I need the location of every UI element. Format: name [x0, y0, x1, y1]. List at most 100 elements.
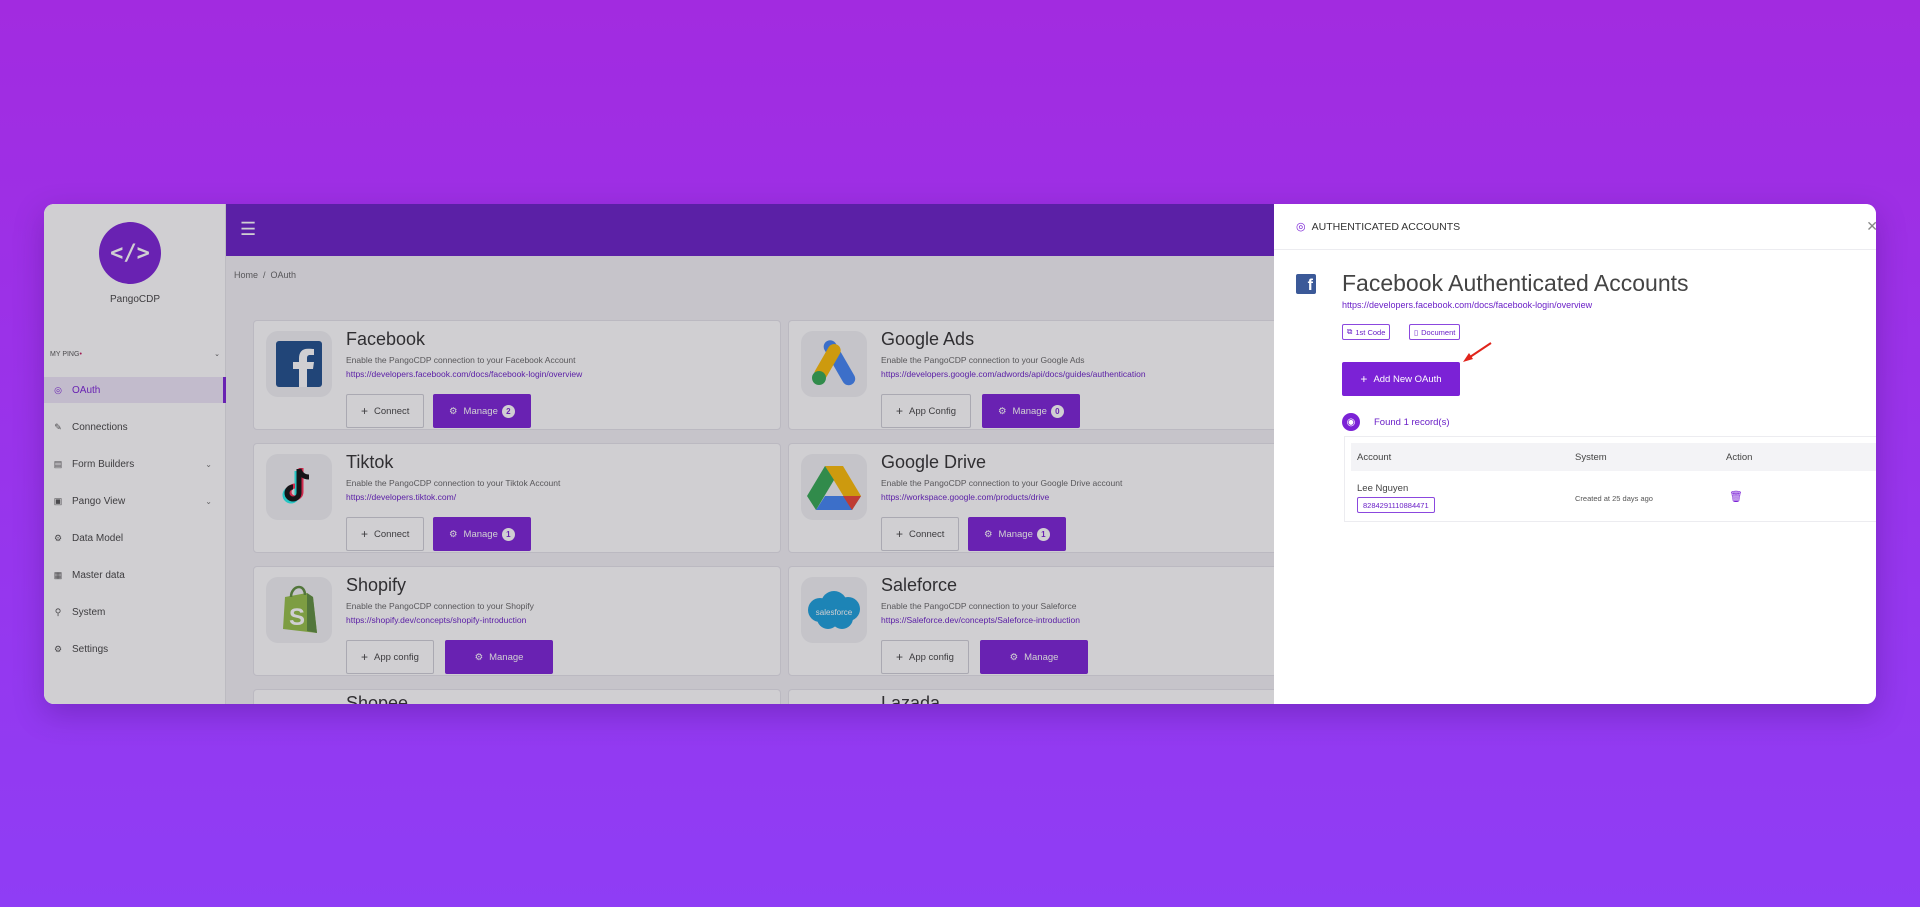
card-title: Google Ads [881, 329, 975, 349]
close-icon[interactable]: ✕ [1866, 218, 1876, 235]
chevron-down-icon: ⌄ [205, 496, 212, 506]
card-tiktok: Tiktok Enable the PangoCDP connection to… [253, 443, 781, 553]
card-facebook: Facebook Enable the PangoCDP connection … [253, 320, 781, 430]
drawer-title: Facebook Authenticated Accounts [1342, 270, 1689, 296]
google-ads-logo-icon [801, 331, 867, 397]
workspace-selector[interactable]: MY PING• ⌄ [50, 344, 220, 364]
card-link[interactable]: https://developers.tiktok.com/ [346, 492, 456, 502]
sidebar-item-settings[interactable]: ⚙ Settings [44, 636, 226, 662]
card-link[interactable]: https://developers.google.com/adwords/ap… [881, 369, 1146, 379]
menu-toggle-icon[interactable]: ☰ [240, 220, 256, 238]
sidebar-item-data-model[interactable]: ⚙ Data Model [44, 525, 226, 551]
document-tag[interactable]: ▯ Document [1409, 324, 1461, 340]
google-drive-logo-icon [801, 454, 867, 520]
manage-button[interactable]: ⚙ Manage 2 [433, 394, 531, 428]
card-title: Shopee [346, 693, 409, 704]
app-config-button[interactable]: + App Config [881, 394, 972, 428]
sidebar-item-label: Connections [72, 421, 128, 433]
manage-button[interactable]: ⚙ Manage [445, 640, 553, 674]
gear-icon: ⚙ [449, 528, 458, 540]
plus-icon: + [896, 650, 904, 664]
manage-button[interactable]: ⚙ Manage 1 [968, 517, 1066, 551]
connect-button[interactable]: + Connect [346, 394, 425, 428]
card-title: Shopify [346, 575, 407, 595]
card-shopee: Shopee [253, 689, 781, 704]
column-header-system: System [1575, 452, 1607, 463]
card-title: Saleforce [881, 575, 958, 595]
count-badge: 1 [501, 527, 515, 541]
gear-icon: ⚙ [998, 405, 1007, 417]
column-header-account: Account [1357, 452, 1392, 463]
link-icon: ✎ [54, 421, 62, 432]
card-lazada: Lazada [788, 689, 1316, 704]
count-badge: 0 [1050, 404, 1064, 418]
card-shopify: S Shopify Enable the PangoCDP connection… [253, 566, 781, 676]
card-title: Facebook [346, 329, 426, 349]
manage-button[interactable]: ⚙ Manage 0 [982, 394, 1080, 428]
plus-icon: + [361, 527, 369, 541]
plus-icon: + [896, 404, 904, 418]
salesforce-wordmark: salesforce [816, 608, 853, 617]
column-header-action: Action [1726, 452, 1753, 463]
breadcrumb: Home / OAuth [234, 270, 297, 280]
card-link[interactable]: https://developers.facebook.com/docs/fac… [346, 369, 582, 379]
gear-icon: ⚙ [1009, 651, 1019, 663]
card-title: Google Drive [881, 452, 987, 472]
breadcrumb-home[interactable]: Home [234, 270, 258, 280]
first-code-tag[interactable]: ⧉ 1st Code [1342, 324, 1391, 340]
delete-icon[interactable]: 🗑︎ [1729, 490, 1743, 503]
sidebar-item-pango-view[interactable]: ▣ Pango View ⌄ [44, 488, 226, 514]
card-title: Tiktok [346, 452, 394, 472]
sidebar-item-form-builders[interactable]: ▤ Form Builders ⌄ [44, 451, 226, 477]
sidebar-item-label: Master data [72, 569, 125, 581]
sidebar-item-system[interactable]: ⚲ System [44, 599, 226, 625]
card-description: Enable the PangoCDP connection to your F… [346, 355, 576, 365]
sidebar-item-oauth[interactable]: ◎ OAuth [44, 377, 226, 403]
chevron-down-icon: ⌄ [214, 351, 220, 358]
card-description: Enable the PangoCDP connection to your G… [881, 478, 1123, 488]
card-description: Enable the PangoCDP connection to your T… [346, 478, 561, 488]
view-icon: ▣ [53, 495, 63, 506]
salesforce-logo-icon: salesforce [801, 577, 867, 643]
workspace-marker: • [79, 350, 82, 358]
gear-icon: ⚙ [984, 528, 993, 540]
records-icon: ◉ [1342, 413, 1360, 431]
drawer-link[interactable]: https://developers.facebook.com/docs/fac… [1342, 300, 1592, 310]
connect-button[interactable]: + Connect [881, 517, 960, 551]
facebook-logo-icon: f [1296, 274, 1316, 294]
plus-icon: + [361, 404, 369, 418]
card-link[interactable]: https://workspace.google.com/products/dr… [881, 492, 1049, 502]
card-google-ads: Google Ads Enable the PangoCDP connectio… [788, 320, 1316, 430]
app-config-button[interactable]: + App config [346, 640, 434, 674]
drawer-header-title: AUTHENTICATED ACCOUNTS [1311, 220, 1461, 233]
sidebar-item-label: System [72, 606, 106, 618]
master-data-icon: ▦ [53, 569, 63, 580]
data-model-icon: ⚙ [53, 532, 63, 543]
card-link[interactable]: https://Saleforce.dev/concepts/Saleforce… [881, 615, 1080, 625]
sidebar-item-connections[interactable]: ✎ Connections [44, 414, 226, 440]
shopify-logo-icon: S [266, 577, 332, 643]
account-id-tag[interactable]: 8284291110884471 [1357, 497, 1435, 513]
app-logo[interactable]: </> [99, 222, 161, 284]
card-link[interactable]: https://shopify.dev/concepts/shopify-int… [346, 615, 526, 625]
card-title: Lazada [881, 693, 941, 704]
manage-button[interactable]: ⚙ Manage [980, 640, 1088, 674]
app-window: </> PangoCDP MY PING• ⌄ ◎ OAuth ✎ Connec… [44, 204, 1876, 704]
tiktok-logo-icon [266, 454, 332, 520]
account-created-text: Created at 25 days ago [1575, 494, 1653, 503]
add-new-oauth-button[interactable]: + Add New OAuth [1342, 362, 1460, 396]
main-app: </> PangoCDP MY PING• ⌄ ◎ OAuth ✎ Connec… [44, 204, 1316, 704]
connect-button[interactable]: + Connect [346, 517, 425, 551]
count-badge: 1 [1036, 527, 1050, 541]
gear-icon: ⚙ [474, 651, 484, 663]
sidebar-item-label: Data Model [72, 532, 124, 544]
sidebar-item-master-data[interactable]: ▦ Master data [44, 562, 226, 588]
accounts-table: Account System Action Lee Nguyen 8284291… [1344, 436, 1876, 522]
form-icon: ▤ [53, 458, 63, 469]
manage-button[interactable]: ⚙ Manage 1 [433, 517, 531, 551]
app-config-button[interactable]: + App config [881, 640, 969, 674]
sidebar: </> PangoCDP MY PING• ⌄ ◎ OAuth ✎ Connec… [44, 204, 226, 704]
sidebar-item-label: Form Builders [72, 458, 135, 470]
app-name: PangoCDP [109, 294, 161, 305]
facebook-logo-icon [266, 331, 332, 397]
